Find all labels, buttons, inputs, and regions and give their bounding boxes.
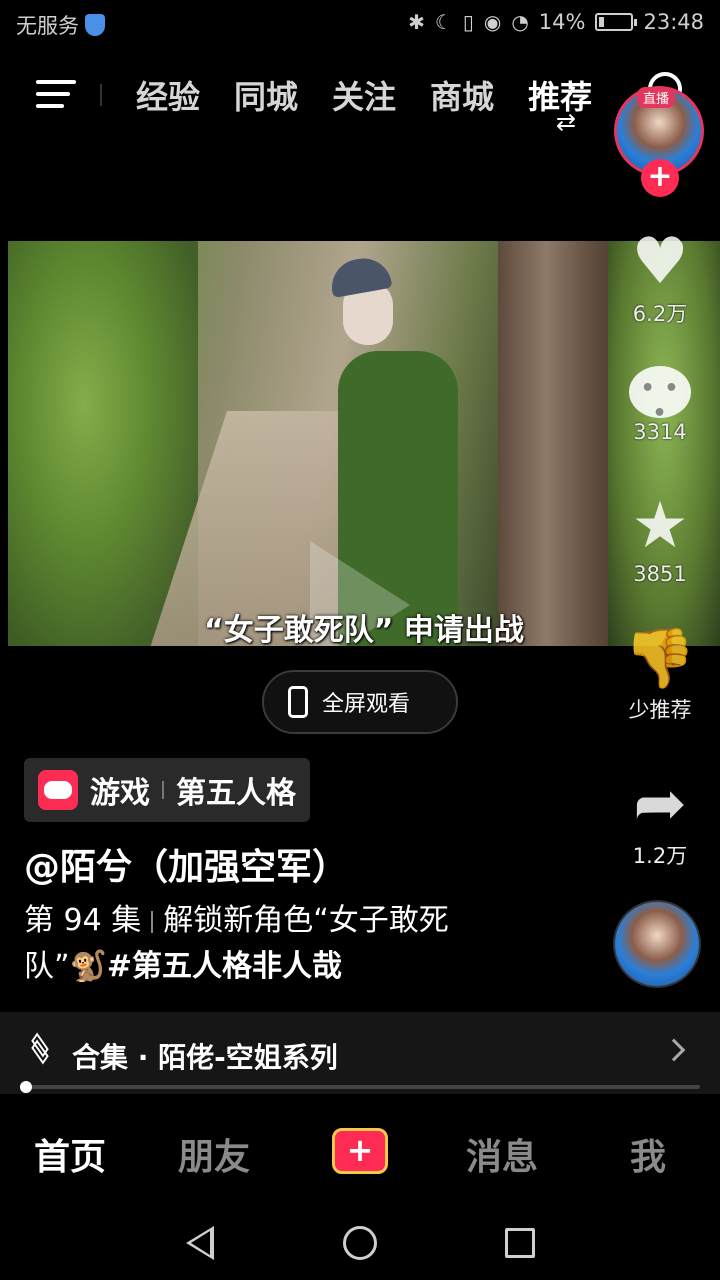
rotate-phone-icon (288, 686, 308, 718)
share-icon: ➦ (633, 767, 687, 841)
status-left: 无服务 (16, 10, 105, 40)
hashtag-link[interactable]: #第五人格非人哉 (107, 949, 342, 984)
live-badge: 直播 (637, 87, 676, 108)
episode-divider (151, 910, 154, 933)
tag-divider (162, 781, 164, 799)
eye-icon: ◉ (483, 10, 502, 34)
tag-game: 第五人格 (176, 776, 296, 811)
battery-percent: 14% (538, 10, 586, 34)
wifi-icon: ◔ (511, 10, 529, 34)
feed-tabs: 经验 同城 关注 商城 推荐 (136, 72, 592, 118)
comment-icon (629, 366, 691, 426)
clock: 23:48 (643, 10, 704, 34)
carrier-text: 无服务 (16, 14, 79, 38)
star-icon: ★ (631, 489, 689, 563)
tag-category: 游戏 (90, 776, 150, 811)
creator-avatar-live[interactable]: 直播 + (614, 86, 704, 197)
bottom-nav: 首页 朋友 + 消息 我 (0, 1110, 720, 1194)
dislike-label: 少推荐 (628, 698, 692, 722)
heart-icon: ♥ (631, 225, 689, 299)
comment-button[interactable]: 3314 (620, 358, 700, 444)
battery-fill (599, 17, 604, 27)
collection-bar[interactable]: 合集 · 陌佬-空姐系列 (0, 1012, 720, 1094)
gamepad-icon (38, 770, 78, 810)
thumbs-down-icon: 👎 (623, 624, 697, 692)
fullscreen-label: 全屏观看 (322, 692, 411, 717)
home-circle-icon[interactable] (343, 1226, 377, 1260)
favorite-button[interactable]: ★ 3851 (620, 490, 700, 586)
nav-friends[interactable]: 朋友 (178, 1128, 250, 1180)
back-icon[interactable] (186, 1226, 214, 1260)
video-tree (498, 241, 618, 646)
nav-messages[interactable]: 消息 (466, 1128, 538, 1180)
follow-plus-icon[interactable]: + (641, 159, 679, 197)
system-nav (0, 1206, 720, 1280)
tab-local[interactable]: 同城 (234, 72, 298, 118)
nav-home[interactable]: 首页 (34, 1128, 106, 1180)
author-name[interactable]: @陌兮（加强空军） (24, 838, 348, 890)
top-nav: 经验 同城 关注 商城 推荐 ⇄ (0, 62, 720, 136)
battery-icon (595, 13, 638, 31)
tab-following[interactable]: 关注 (332, 72, 396, 118)
share-button[interactable]: ➦ 1.2万 (620, 768, 700, 870)
switch-icon[interactable]: ⇄ (556, 108, 576, 136)
menu-icon[interactable] (36, 80, 76, 108)
dislike-button[interactable]: 👎 少推荐 (620, 622, 700, 724)
status-bar: 无服务 ✱ ☾ ▯ ◉ ◔ 14% 23:48 (0, 0, 720, 50)
like-button[interactable]: ♥ 6.2万 (620, 226, 700, 328)
nav-divider (100, 84, 102, 106)
tab-mall[interactable]: 商城 (430, 72, 494, 118)
bluetooth-icon: ✱ (408, 10, 425, 34)
video-player[interactable]: “女子敢死队” 申请出战 (8, 241, 720, 646)
video-progress-bar[interactable] (20, 1081, 700, 1093)
chevron-right-icon (662, 1038, 686, 1062)
moon-icon: ☾ (434, 10, 453, 34)
collection-label: 合集 · 陌佬-空姐系列 (72, 1041, 338, 1074)
episode-number: 第 94 集 (24, 903, 142, 938)
vibrate-icon: ▯ (462, 10, 474, 34)
tab-experience[interactable]: 经验 (136, 72, 200, 118)
favorite-count: 3851 (633, 562, 687, 586)
shield-icon (85, 14, 105, 36)
music-disc-avatar[interactable] (613, 900, 701, 988)
layers-icon (30, 1032, 54, 1065)
video-subtitle: “女子敢死队” 申请出战 (204, 613, 524, 646)
share-count: 1.2万 (632, 844, 688, 868)
recent-apps-icon[interactable] (505, 1228, 535, 1258)
game-tag[interactable]: 游戏 第五人格 (24, 758, 310, 822)
like-count: 6.2万 (632, 302, 688, 326)
fullscreen-button[interactable]: 全屏观看 (262, 670, 458, 734)
create-button[interactable]: + (332, 1128, 388, 1174)
video-description: 第 94 集解锁新角色“女子敢死队”🐒#第五人格非人哉 (24, 898, 524, 990)
status-right: ✱ ☾ ▯ ◉ ◔ 14% 23:48 (408, 10, 704, 34)
nav-me[interactable]: 我 (630, 1128, 666, 1180)
